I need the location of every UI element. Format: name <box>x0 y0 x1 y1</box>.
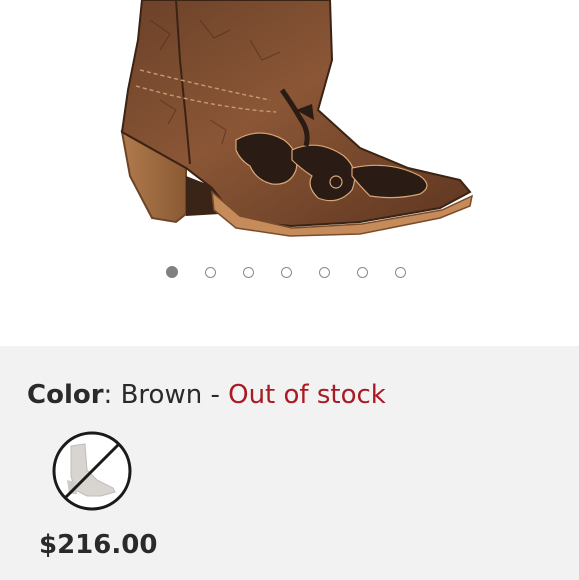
carousel-dot[interactable] <box>319 266 330 278</box>
color-selection-line: Color: Brown - Out of stock <box>27 378 386 412</box>
carousel-dot[interactable] <box>205 266 216 278</box>
product-price: $216.00 <box>39 530 158 560</box>
carousel-pagination <box>166 266 406 278</box>
color-dash: - <box>202 380 229 410</box>
stock-status: Out of stock <box>228 380 386 410</box>
product-image-carousel[interactable] <box>0 0 579 346</box>
carousel-dot[interactable] <box>395 266 406 278</box>
carousel-dot[interactable] <box>243 266 254 278</box>
carousel-dot[interactable] <box>281 266 292 278</box>
color-value: Brown <box>120 380 203 410</box>
boot-swatch-unavailable-icon <box>52 431 132 511</box>
color-separator: : <box>103 380 121 410</box>
cowboy-boot-image <box>120 0 474 237</box>
color-swatch-brown[interactable] <box>51 430 133 512</box>
color-label: Color <box>27 380 104 410</box>
carousel-dot[interactable] <box>357 266 368 278</box>
carousel-dot[interactable] <box>166 266 178 278</box>
